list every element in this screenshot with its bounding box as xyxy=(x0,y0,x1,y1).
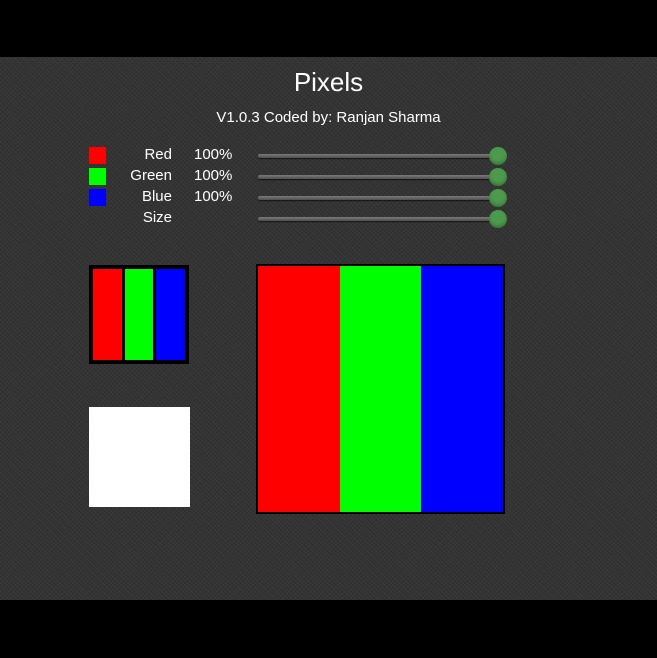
blue-swatch xyxy=(89,189,106,206)
red-slider-thumb[interactable] xyxy=(489,147,507,165)
small-pixel-preview xyxy=(89,265,189,364)
green-slider[interactable] xyxy=(258,168,507,186)
blue-value: 100% xyxy=(194,188,233,205)
red-slider[interactable] xyxy=(258,147,507,165)
green-label: Green xyxy=(130,167,172,184)
control-row-blue: Blue 100% xyxy=(0,187,657,207)
green-value: 100% xyxy=(194,167,233,184)
size-slider-thumb[interactable] xyxy=(489,210,507,228)
app-subtitle: V1.0.3 Coded by: Ranjan Sharma xyxy=(216,109,441,126)
small-blue-subpixel xyxy=(156,269,186,360)
app-stage: Pixels V1.0.3 Coded by: Ranjan Sharma Re… xyxy=(0,57,657,600)
red-value: 100% xyxy=(194,146,233,163)
small-green-subpixel xyxy=(124,269,154,360)
blue-slider-thumb[interactable] xyxy=(489,189,507,207)
green-slider-thumb[interactable] xyxy=(489,168,507,186)
large-pixel-preview xyxy=(256,264,505,514)
red-label: Red xyxy=(144,146,172,163)
small-red-subpixel xyxy=(93,269,122,360)
blue-label: Blue xyxy=(141,188,172,205)
size-slider[interactable] xyxy=(258,210,507,228)
large-red-subpixel xyxy=(258,266,340,512)
green-swatch xyxy=(89,168,106,185)
blended-color-box xyxy=(89,407,190,507)
control-row-green: Green 100% xyxy=(0,166,657,186)
large-green-subpixel xyxy=(339,266,422,512)
large-blue-subpixel xyxy=(421,266,504,512)
control-row-size: Size xyxy=(0,208,657,228)
red-swatch xyxy=(89,147,106,164)
control-row-red: Red 100% xyxy=(0,145,657,165)
size-label: Size xyxy=(142,209,172,226)
app-title: Pixels xyxy=(293,67,364,97)
blue-slider[interactable] xyxy=(258,189,507,207)
